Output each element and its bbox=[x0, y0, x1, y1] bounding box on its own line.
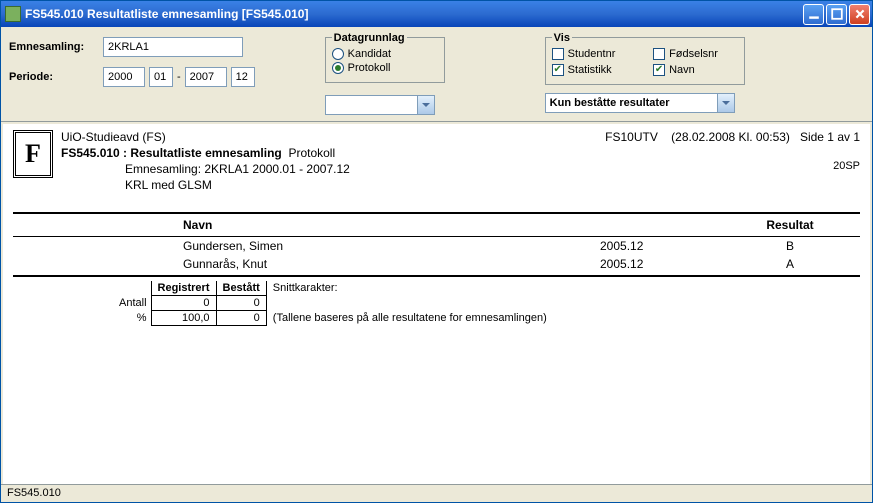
checkbox-icon bbox=[653, 48, 665, 60]
emnesamling-label: Emnesamling: bbox=[9, 41, 99, 53]
app-window: FS545.010 Resultatliste emnesamling [FS5… bbox=[0, 0, 873, 503]
report-description: KRL med GLSM bbox=[125, 178, 860, 192]
checkbox-icon bbox=[653, 64, 665, 76]
emnesamling-input[interactable] bbox=[103, 37, 243, 57]
report-sp: 20SP bbox=[833, 160, 860, 176]
chevron-down-icon bbox=[717, 94, 734, 112]
chevron-down-icon bbox=[417, 96, 434, 114]
report-area: F UiO-Studieavd (FS) FS10UTV (28.02.2008… bbox=[3, 124, 870, 488]
stats-hdr-reg: Registrert bbox=[151, 281, 216, 296]
report-org: UiO-Studieavd (FS) bbox=[61, 130, 166, 144]
datagrunnlag-legend: Datagrunnlag bbox=[332, 32, 407, 44]
stats-antall-reg: 0 bbox=[151, 296, 216, 311]
window-title: FS545.010 Resultatliste emnesamling [FS5… bbox=[25, 7, 803, 21]
report-timestamp: (28.02.2008 Kl. 00:53) bbox=[671, 130, 790, 144]
stats-hdr-best: Bestått bbox=[216, 281, 266, 296]
app-icon bbox=[5, 6, 21, 22]
window-controls bbox=[803, 4, 870, 25]
stats-pct-best: 0 bbox=[216, 311, 266, 326]
cell-navn: Gunnarås, Knut bbox=[13, 257, 600, 271]
month-to-input[interactable] bbox=[231, 67, 255, 87]
stats-note: (Tallene baseres på alle resultatene for… bbox=[266, 311, 552, 326]
filter-combo-text: Kun beståtte resultater bbox=[546, 97, 717, 109]
month-from-input[interactable] bbox=[149, 67, 173, 87]
navn-label: Navn bbox=[669, 64, 695, 76]
report-logo-icon: F bbox=[13, 130, 53, 178]
report-code-title: FS545.010 : Resultatliste emnesamling bbox=[61, 146, 282, 160]
kandidat-label: Kandidat bbox=[348, 48, 391, 60]
year-to-input[interactable] bbox=[185, 67, 227, 87]
radio-icon bbox=[332, 62, 344, 74]
table-row: Gunnarås, Knut 2005.12 A bbox=[13, 255, 860, 273]
vis-fieldset: Vis Studentnr Fødselsnr Statistikk bbox=[545, 37, 745, 85]
stats-pct-label: % bbox=[113, 311, 151, 326]
fodselsnr-checkbox-row[interactable]: Fødselsnr bbox=[653, 48, 738, 60]
result-table-header: Navn Resultat bbox=[13, 212, 860, 237]
maximize-button[interactable] bbox=[826, 4, 847, 25]
sort-combo[interactable] bbox=[325, 95, 435, 115]
table-row: Gundersen, Simen 2005.12 B bbox=[13, 237, 860, 255]
kandidat-radio-row[interactable]: Kandidat bbox=[332, 48, 438, 60]
year-from-input[interactable] bbox=[103, 67, 145, 87]
statistikk-checkbox-row[interactable]: Statistikk bbox=[552, 64, 635, 76]
checkbox-icon bbox=[552, 64, 564, 76]
periode-label: Periode: bbox=[9, 71, 99, 83]
report-sys: FS10UTV bbox=[605, 130, 658, 144]
studentnr-label: Studentnr bbox=[568, 48, 616, 60]
protokoll-radio-row[interactable]: Protokoll bbox=[332, 62, 438, 74]
stats-antall-label: Antall bbox=[113, 296, 151, 311]
status-text: FS545.010 bbox=[7, 487, 61, 499]
stats-table: Registrert Bestått Snittkarakter: Antall… bbox=[113, 281, 553, 326]
parameter-panel: Emnesamling: Periode: - Datagrunnlag Kan… bbox=[1, 27, 872, 122]
vis-legend: Vis bbox=[552, 32, 572, 44]
statistikk-label: Statistikk bbox=[568, 64, 612, 76]
checkbox-icon bbox=[552, 48, 564, 60]
radio-icon bbox=[332, 48, 344, 60]
titlebar: FS545.010 Resultatliste emnesamling [FS5… bbox=[1, 1, 872, 27]
cell-kar: B bbox=[720, 239, 860, 253]
stats-antall-best: 0 bbox=[216, 296, 266, 311]
period-separator: - bbox=[177, 71, 181, 83]
cell-kar: A bbox=[720, 257, 860, 271]
cell-dato: 2005.12 bbox=[600, 239, 720, 253]
studentnr-checkbox-row[interactable]: Studentnr bbox=[552, 48, 635, 60]
minimize-button[interactable] bbox=[803, 4, 824, 25]
navn-checkbox-row[interactable]: Navn bbox=[653, 64, 738, 76]
protokoll-label: Protokoll bbox=[348, 62, 391, 74]
statusbar: FS545.010 bbox=[1, 484, 872, 502]
filter-combo[interactable]: Kun beståtte resultater bbox=[545, 93, 735, 113]
col-resultat: Resultat bbox=[720, 218, 860, 232]
stats-hdr-snitt: Snittkarakter: bbox=[266, 281, 552, 296]
fodselsnr-label: Fødselsnr bbox=[669, 48, 718, 60]
report-page: Side 1 av 1 bbox=[800, 130, 860, 144]
cell-navn: Gundersen, Simen bbox=[13, 239, 600, 253]
stats-pct-reg: 100,0 bbox=[151, 311, 216, 326]
datagrunnlag-fieldset: Datagrunnlag Kandidat Protokoll bbox=[325, 37, 445, 83]
cell-dato: 2005.12 bbox=[600, 257, 720, 271]
col-navn: Navn bbox=[13, 218, 600, 232]
report-emnesamling-line: Emnesamling: 2KRLA1 2000.01 - 2007.12 bbox=[125, 162, 350, 176]
close-button[interactable] bbox=[849, 4, 870, 25]
report-mode: Protokoll bbox=[288, 146, 335, 160]
